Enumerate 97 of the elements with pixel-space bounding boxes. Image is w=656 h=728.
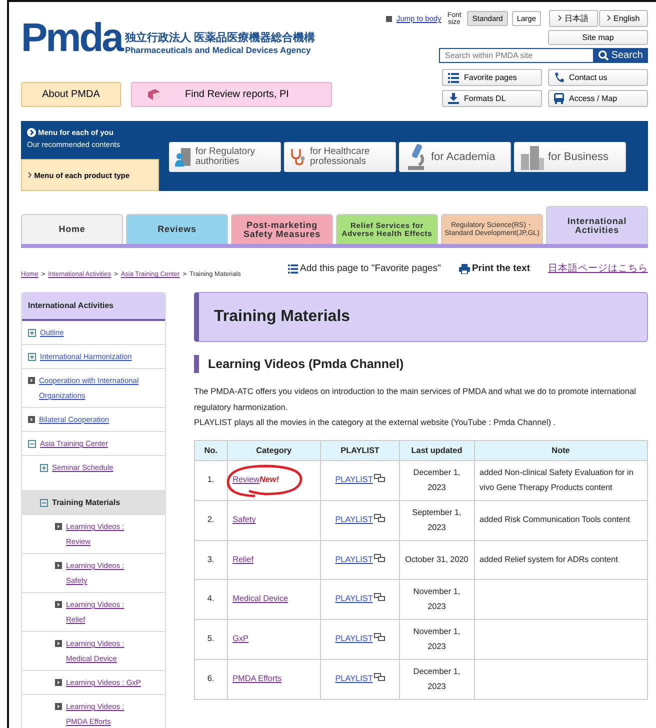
agency-name-japanese: 独立行政法人 医薬品医療機器総合機構 <box>124 30 315 45</box>
printer-icon <box>458 264 470 274</box>
chevron-icon <box>28 172 32 178</box>
nav-tab[interactable]: Home <box>21 214 123 244</box>
book-icon <box>147 89 161 100</box>
nav-tab[interactable]: International Activities <box>546 206 648 244</box>
external-window-icon <box>374 514 385 522</box>
playlist-link[interactable]: PLAYLIST <box>335 475 373 484</box>
external-window-icon <box>374 633 385 642</box>
search-icon <box>598 50 610 61</box>
add-favorite-button[interactable]: Add this page to "Favorite pages" <box>288 263 441 274</box>
pmda-logo[interactable]: Pmda <box>21 18 122 58</box>
category-link[interactable]: PMDA Efforts <box>232 674 282 684</box>
search-field[interactable]: Search within PMDA site <box>439 48 594 63</box>
audience-card[interactable]: for Healthcare professionals <box>284 142 396 172</box>
playlist-link[interactable]: PLAYLIST <box>335 515 373 524</box>
sidebar-item[interactable]: Training Materials <box>22 491 165 515</box>
arrow-icon <box>27 128 36 137</box>
about-pmda-button[interactable]: About PMDA <box>21 82 121 107</box>
category-link[interactable]: Review <box>232 475 260 484</box>
list-icon <box>448 72 459 82</box>
column-header: Last updated <box>399 440 474 460</box>
category-link[interactable]: Medical Device <box>232 594 288 604</box>
column-header: Note <box>474 440 648 460</box>
find-review-reports-button[interactable]: Find Review reports, PI <box>131 82 332 107</box>
tool-button[interactable]: Contact us <box>548 69 648 86</box>
expand-icon <box>28 329 36 337</box>
external-window-icon <box>374 673 385 682</box>
buildings-icon <box>520 144 544 170</box>
table-cell: November 1, 2023 <box>399 579 474 619</box>
chevron-icon <box>558 15 562 21</box>
section-heading: Learning Videos (Pmda Channel) <box>194 355 648 373</box>
list-icon <box>288 264 298 274</box>
playlist-link[interactable]: PLAYLIST <box>335 634 373 644</box>
table-cell: added Non-clinical Safety Evaluation for in vivo Gene Therapy Products content <box>474 460 648 500</box>
table-cell: December 1, 2023 <box>399 659 474 699</box>
bus-icon <box>554 93 564 104</box>
print-button[interactable]: Print the text <box>458 263 530 274</box>
agency-name-english: Pharmaceuticals and Medical Devices Agency <box>124 45 312 55</box>
table-cell: December 1, 2023 <box>399 460 474 500</box>
table-cell: November 1, 2023 <box>399 619 474 659</box>
download-icon <box>448 93 459 104</box>
category-link[interactable]: Safety <box>232 515 256 524</box>
playlist-link[interactable]: PLAYLIST <box>335 674 373 684</box>
expand-icon <box>40 464 48 472</box>
column-header: PLAYLIST <box>320 440 400 460</box>
nav-tab[interactable]: Post-marketing Safety Measures <box>231 214 333 244</box>
table-cell: 1. <box>194 460 228 500</box>
external-window-icon <box>374 554 385 562</box>
audience-card[interactable]: for Regulatory authorities <box>169 142 281 172</box>
square-icon <box>386 16 392 22</box>
chevron-icon <box>607 15 612 21</box>
arrow-box-icon <box>55 523 62 530</box>
intro-text: The PMDA-ATC offers you videos on introduction to the main services of PMDA and what we do to promote international regulatory harmonization. PLAYLIST plays all the movies in the category at the external website (YouTube : Pmda Channel) . <box>194 385 637 429</box>
japanese-page-link[interactable]: 日本語ページはこちら <box>548 262 648 275</box>
page-title: Training Materials <box>194 292 648 342</box>
audience-card[interactable]: for Business <box>514 142 626 172</box>
column-header: Category <box>227 440 321 460</box>
expand-icon <box>28 353 36 361</box>
language-button[interactable]: English <box>599 10 648 27</box>
tool-button[interactable]: Access / Map <box>548 90 648 107</box>
arrow-box-icon <box>55 601 62 608</box>
phone-icon <box>554 72 564 83</box>
tool-button[interactable]: Favorite pages <box>442 69 542 86</box>
table-cell: added Risk Communication Tools content <box>474 500 648 540</box>
table-cell: 4. <box>194 579 228 619</box>
table-cell: added Relief system for ADRs content <box>474 540 648 579</box>
column-header: No. <box>194 440 228 460</box>
table-cell: September 1, 2023 <box>399 500 474 540</box>
table-cell: October 31, 2020 <box>399 540 474 579</box>
new-label: New! <box>259 475 279 484</box>
category-link[interactable]: Relief <box>232 554 254 564</box>
nav-tab[interactable]: Reviews <box>126 214 228 244</box>
arrow-box-icon <box>55 679 62 686</box>
arrow-box-icon <box>28 416 35 423</box>
table-cell: 2. <box>194 500 228 540</box>
collapse-icon <box>28 440 36 448</box>
language-button[interactable]: 日本語 <box>549 10 598 27</box>
microscope-icon <box>405 143 427 171</box>
search-button[interactable]: Search <box>593 48 648 63</box>
tool-button[interactable]: Formats DL <box>442 90 542 107</box>
table-cell: 3. <box>194 540 228 579</box>
arrow-box-icon <box>28 377 35 384</box>
table-cell: 5. <box>194 619 228 659</box>
collapse-icon <box>40 499 48 507</box>
table-cell: 6. <box>194 659 228 699</box>
sidebar-title: International Activities <box>22 292 165 321</box>
arrow-box-icon <box>55 640 62 647</box>
playlist-link[interactable]: PLAYLIST <box>335 594 373 604</box>
arrow-box-icon <box>55 703 62 710</box>
playlist-link[interactable]: PLAYLIST <box>335 554 373 564</box>
category-link[interactable]: GxP <box>232 634 249 644</box>
external-window-icon <box>374 474 385 482</box>
site-map-button[interactable]: Site map <box>548 30 648 45</box>
arrow-box-icon <box>55 562 62 569</box>
audience-card[interactable]: for Academia <box>399 142 511 172</box>
external-window-icon <box>374 593 385 602</box>
